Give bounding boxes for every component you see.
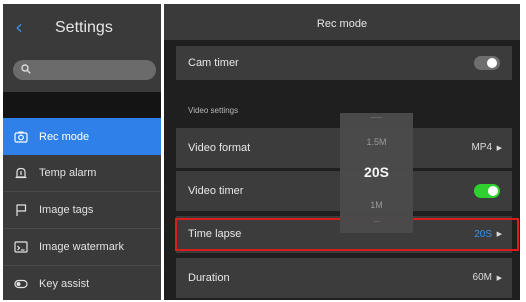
sidebar-header: ‹ Settings [3, 4, 161, 52]
sidebar-item-image-tags[interactable]: Image tags [3, 192, 161, 229]
back-chevron-icon[interactable]: ‹ [15, 16, 31, 38]
video-format-label: Video format [188, 142, 251, 154]
sidebar-menu: Rec mode Temp alarm Image tags Image wat… [3, 118, 161, 300]
sidebar-divider [3, 92, 161, 118]
toggle-knob [487, 58, 497, 68]
picker-option: —— [370, 115, 383, 121]
picker-option[interactable]: 1.5M [340, 137, 413, 147]
sidebar-title: Settings [55, 19, 113, 36]
screen: ‹ Settings Rec mode Temp alarm Image tag… [0, 0, 526, 302]
duration-label: Duration [188, 272, 230, 284]
sidebar-item-label: Temp alarm [39, 167, 97, 179]
page-title: Rec mode [316, 18, 368, 30]
cam-timer-row[interactable]: Cam timer [176, 46, 512, 80]
key-assist-icon [14, 279, 28, 289]
chevron-right-icon: ▶ [496, 144, 502, 152]
time-lapse-picker[interactable]: —— 1.5M 20S 1M — [340, 113, 413, 233]
video-timer-label: Video timer [188, 185, 244, 197]
sidebar-item-label: Image tags [39, 204, 94, 216]
toggle-knob [488, 186, 498, 196]
video-timer-toggle[interactable] [474, 184, 500, 198]
main-header: Rec mode [164, 4, 520, 40]
section-label-video-settings: Video settings [188, 106, 239, 115]
flag-icon [16, 204, 27, 216]
duration-value: 60M [472, 272, 492, 283]
video-format-value: MP4 [471, 142, 492, 153]
sidebar-item-rec-mode[interactable]: Rec mode [3, 118, 161, 155]
watermark-icon [14, 241, 28, 253]
sidebar-item-label: Key assist [39, 278, 90, 290]
search-input[interactable] [13, 60, 156, 80]
sidebar-item-temp-alarm[interactable]: Temp alarm [3, 155, 161, 192]
picker-option: — [373, 219, 380, 225]
cam-timer-toggle[interactable] [474, 56, 500, 70]
cam-timer-label: Cam timer [188, 57, 239, 69]
chevron-right-icon: ▶ [496, 274, 502, 282]
search-icon [21, 64, 31, 74]
picker-option[interactable]: 1M [340, 200, 413, 210]
picker-option-selected[interactable]: 20S [340, 164, 413, 180]
sidebar-item-label: Rec mode [39, 130, 90, 143]
alarm-icon [15, 167, 27, 179]
sidebar-item-image-watermark[interactable]: Image watermark [3, 229, 161, 266]
sidebar-item-label: Image watermark [39, 241, 124, 253]
sidebar-item-key-assist[interactable]: Key assist [3, 266, 161, 300]
duration-row[interactable]: Duration 60M ▶ [176, 258, 512, 298]
camera-icon [14, 131, 28, 143]
sidebar: ‹ Settings Rec mode Temp alarm Image tag… [3, 4, 161, 300]
